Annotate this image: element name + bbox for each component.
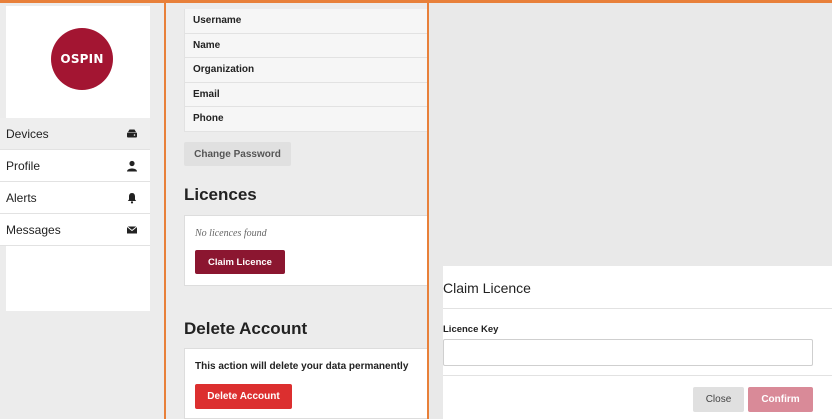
claim-licence-button[interactable]: Claim Licence: [195, 250, 285, 274]
sidebar-item-label: Devices: [6, 126, 49, 141]
claim-licence-modal: Claim Licence Licence Key Close Confirm: [443, 266, 832, 419]
sidebar-item-messages[interactable]: Messages: [0, 214, 150, 246]
sidebar-item-label: Profile: [6, 158, 41, 173]
server-icon: [127, 129, 137, 137]
sidebar-item-label: Alerts: [6, 190, 37, 205]
sidebar: OSPIN Devices Profile Alerts Messages: [0, 3, 164, 419]
envelope-icon: [126, 225, 138, 233]
ospin-logo[interactable]: OSPIN: [51, 28, 113, 90]
delete-account-heading: Delete Account: [184, 319, 308, 338]
licences-heading: Licences: [184, 185, 257, 204]
logo-text: OSPIN: [60, 52, 104, 66]
sidebar-nav: Devices Profile Alerts Messages: [0, 118, 150, 246]
licence-key-input[interactable]: [443, 339, 813, 366]
delete-account-card: This action will delete your data perman…: [184, 348, 427, 419]
licences-card: No licences found Claim Licence: [184, 215, 427, 286]
delete-warning-text: This action will delete your data perman…: [195, 361, 409, 372]
sidebar-item-label: Messages: [6, 222, 61, 237]
profile-row-organization: Organization: [185, 58, 428, 83]
profile-row-email: Email: [185, 83, 428, 107]
delete-account-button[interactable]: Delete Account: [195, 384, 292, 409]
field-label: Email: [193, 88, 220, 100]
profile-row-name: Name: [185, 34, 428, 58]
sidebar-item-devices[interactable]: Devices: [0, 118, 150, 150]
profile-row-username: Username: [185, 9, 428, 34]
account-column: Username Name Organization Email Phone C…: [166, 3, 428, 419]
confirm-button[interactable]: Confirm: [748, 387, 813, 412]
sidebar-item-alerts[interactable]: Alerts: [0, 182, 150, 214]
user-icon: [127, 160, 137, 171]
field-label: Organization: [193, 64, 255, 76]
no-licences-text: No licences found: [195, 228, 267, 239]
modal-header: Claim Licence: [443, 266, 832, 309]
modal-footer-divider: [443, 375, 832, 376]
bell-icon: [127, 192, 137, 203]
sidebar-item-profile[interactable]: Profile: [0, 150, 150, 182]
change-password-button[interactable]: Change Password: [184, 142, 291, 166]
profile-row-phone: Phone: [185, 107, 428, 132]
field-label: Name: [193, 39, 221, 51]
close-button[interactable]: Close: [693, 387, 744, 412]
field-label: Username: [193, 15, 242, 27]
profile-info-table: Username Name Organization Email Phone: [184, 9, 428, 132]
licence-key-label: Licence Key: [443, 324, 499, 335]
field-label: Phone: [193, 113, 224, 125]
modal-title: Claim Licence: [443, 280, 531, 296]
